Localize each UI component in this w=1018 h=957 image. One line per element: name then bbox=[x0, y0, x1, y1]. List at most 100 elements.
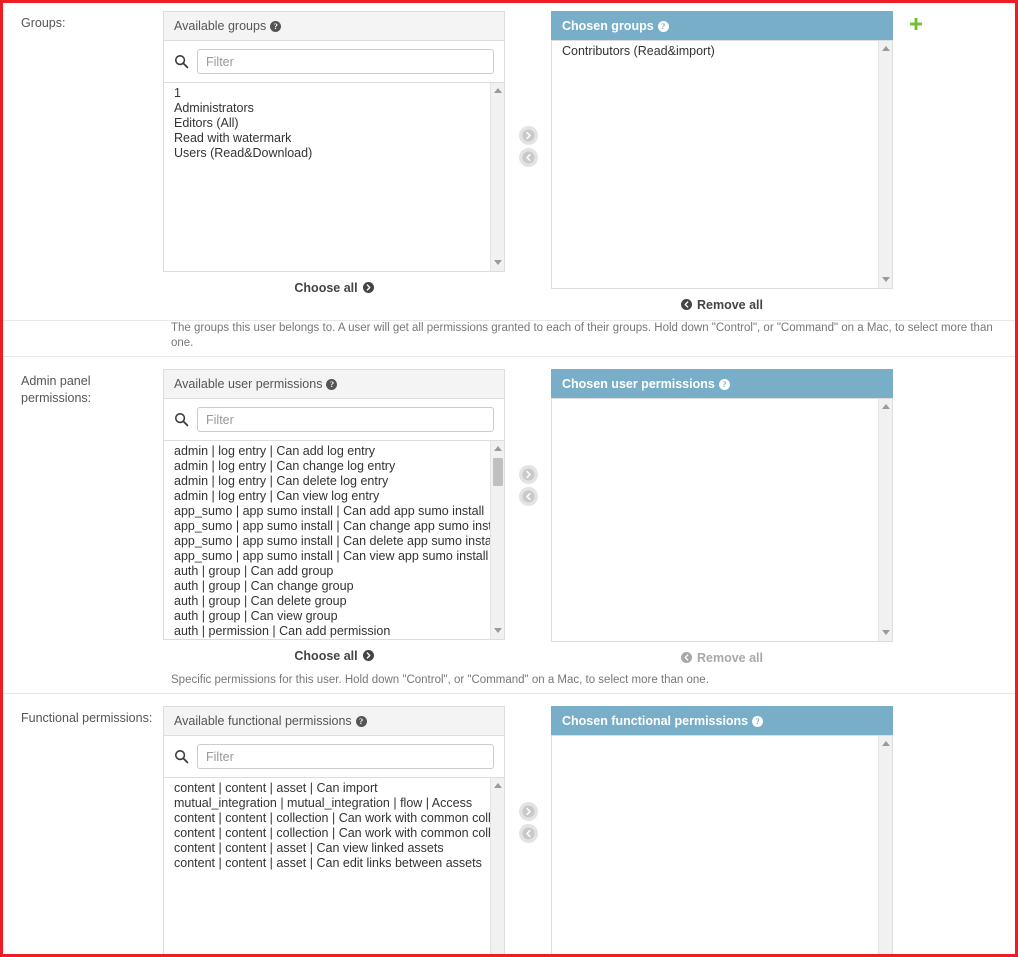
available-functional-permissions-filter-bar bbox=[163, 735, 505, 777]
move-right-button[interactable] bbox=[518, 802, 538, 821]
chosen-user-permissions-listbox[interactable] bbox=[551, 398, 893, 642]
scrollbar[interactable] bbox=[878, 41, 892, 288]
list-item[interactable]: 1 bbox=[174, 86, 490, 101]
available-user-permissions-options[interactable]: admin | log entry | Can add log entry ad… bbox=[164, 444, 490, 639]
section-functional-permissions: Functional permissions: Available functi… bbox=[3, 694, 1015, 954]
scroll-down-icon[interactable] bbox=[491, 624, 504, 638]
chosen-functional-permissions-listbox[interactable] bbox=[551, 735, 893, 954]
choose-all-groups-label[interactable]: Choose all bbox=[294, 281, 357, 295]
available-functional-permissions-listbox[interactable]: content | content | asset | Can import m… bbox=[163, 777, 505, 954]
list-item[interactable]: app_sumo | app sumo install | Can add ap… bbox=[174, 504, 490, 519]
available-functional-permissions-filter-input[interactable] bbox=[197, 744, 494, 769]
list-item[interactable]: auth | group | Can change group bbox=[174, 579, 490, 594]
choose-all-user-permissions-label[interactable]: Choose all bbox=[294, 649, 357, 663]
chosen-groups-options[interactable]: Contributors (Read&import) bbox=[552, 44, 878, 288]
help-icon[interactable]: ? bbox=[355, 716, 367, 727]
list-item[interactable]: auth | group | Can delete group bbox=[174, 594, 490, 609]
choose-all-user-permissions[interactable]: Choose all bbox=[163, 640, 505, 663]
remove-all-groups[interactable]: Remove all bbox=[551, 289, 893, 312]
scroll-up-icon[interactable] bbox=[491, 442, 504, 456]
available-user-permissions-filter-bar bbox=[163, 398, 505, 440]
move-left-button[interactable] bbox=[518, 487, 538, 506]
available-functional-permissions-options[interactable]: content | content | asset | Can import m… bbox=[164, 781, 490, 954]
list-item[interactable]: admin | log entry | Can delete log entry bbox=[174, 474, 490, 489]
plus-icon bbox=[910, 18, 922, 30]
help-icon[interactable]: ? bbox=[270, 21, 282, 32]
arrow-right-icon bbox=[362, 282, 374, 293]
groups-selector-widget: Available groups? 1 Administrators Edito… bbox=[163, 11, 1015, 312]
list-item[interactable]: Read with watermark bbox=[174, 131, 490, 146]
available-user-permissions-listbox[interactable]: admin | log entry | Can add log entry ad… bbox=[163, 440, 505, 640]
chosen-user-permissions-title: Chosen user permissions? bbox=[551, 369, 893, 398]
move-left-button[interactable] bbox=[518, 824, 538, 843]
functional-permissions-selector-widget: Available functional permissions? conten… bbox=[163, 706, 1015, 954]
list-item[interactable]: Editors (All) bbox=[174, 116, 490, 131]
admin-permissions-selector-widget: Available user permissions? admin | log … bbox=[163, 369, 1015, 665]
scrollbar[interactable] bbox=[878, 399, 892, 641]
chosen-groups-listbox[interactable]: Contributors (Read&import) bbox=[551, 40, 893, 289]
scrollbar[interactable] bbox=[878, 736, 892, 954]
chosen-groups-title-label: Chosen groups bbox=[562, 19, 654, 33]
help-icon[interactable]: ? bbox=[752, 716, 764, 727]
scroll-up-icon[interactable] bbox=[879, 737, 892, 751]
available-groups-filter-input[interactable] bbox=[197, 49, 494, 74]
list-item[interactable]: admin | log entry | Can view log entry bbox=[174, 489, 490, 504]
move-right-button[interactable] bbox=[518, 126, 538, 145]
list-item[interactable]: Users (Read&Download) bbox=[174, 146, 490, 161]
add-group-button[interactable] bbox=[909, 17, 923, 31]
scroll-down-icon[interactable] bbox=[879, 626, 892, 640]
remove-all-user-permissions[interactable]: Remove all bbox=[551, 642, 893, 665]
search-icon bbox=[174, 749, 189, 764]
help-icon[interactable]: ? bbox=[326, 379, 338, 390]
arrow-left-icon bbox=[522, 151, 534, 164]
list-item[interactable]: content | content | collection | Can wor… bbox=[174, 826, 490, 841]
scroll-down-icon[interactable] bbox=[491, 256, 504, 270]
list-item[interactable]: app_sumo | app sumo install | Can delete… bbox=[174, 534, 490, 549]
chosen-functional-permissions-options[interactable] bbox=[552, 739, 878, 954]
search-icon bbox=[174, 54, 189, 69]
list-item[interactable]: auth | permission | Can add permission bbox=[174, 624, 490, 639]
move-right-button[interactable] bbox=[518, 465, 538, 484]
help-icon[interactable]: ? bbox=[718, 379, 730, 390]
available-groups-listbox[interactable]: 1 Administrators Editors (All) Read with… bbox=[163, 82, 505, 272]
list-item[interactable]: app_sumo | app sumo install | Can view a… bbox=[174, 549, 490, 564]
list-item[interactable]: admin | log entry | Can add log entry bbox=[174, 444, 490, 459]
chosen-functional-permissions-title-label: Chosen functional permissions bbox=[562, 714, 749, 728]
scrollbar-thumb[interactable] bbox=[493, 458, 503, 486]
available-groups-title: Available groups? bbox=[163, 11, 505, 40]
chosen-user-permissions-options[interactable] bbox=[552, 402, 878, 641]
groups-transfer-buttons bbox=[505, 11, 551, 167]
move-left-button[interactable] bbox=[518, 148, 538, 167]
arrow-right-icon bbox=[522, 129, 534, 142]
scrollbar[interactable] bbox=[490, 83, 504, 271]
available-groups-options[interactable]: 1 Administrators Editors (All) Read with… bbox=[164, 86, 490, 271]
scroll-up-icon[interactable] bbox=[879, 42, 892, 56]
choose-all-groups[interactable]: Choose all bbox=[163, 272, 505, 295]
available-groups-panel: Available groups? 1 Administrators Edito… bbox=[163, 11, 505, 295]
list-item[interactable]: mutual_integration | mutual_integration … bbox=[174, 796, 490, 811]
list-item[interactable]: auth | group | Can view group bbox=[174, 609, 490, 624]
scroll-down-icon[interactable] bbox=[879, 273, 892, 287]
remove-all-user-permissions-label[interactable]: Remove all bbox=[697, 651, 763, 665]
help-icon[interactable]: ? bbox=[657, 21, 669, 32]
scroll-up-icon[interactable] bbox=[879, 400, 892, 414]
scroll-up-icon[interactable] bbox=[491, 779, 504, 793]
list-item[interactable]: content | content | collection | Can wor… bbox=[174, 811, 490, 826]
list-item[interactable]: auth | group | Can add group bbox=[174, 564, 490, 579]
available-user-permissions-filter-input[interactable] bbox=[197, 407, 494, 432]
list-item[interactable]: content | content | asset | Can import bbox=[174, 781, 490, 796]
list-item[interactable]: app_sumo | app sumo install | Can change… bbox=[174, 519, 490, 534]
arrow-left-icon bbox=[522, 490, 534, 503]
list-item[interactable]: Administrators bbox=[174, 101, 490, 116]
list-item[interactable]: Contributors (Read&import) bbox=[562, 44, 878, 59]
list-item[interactable]: admin | log entry | Can change log entry bbox=[174, 459, 490, 474]
remove-all-groups-label[interactable]: Remove all bbox=[697, 298, 763, 312]
list-item[interactable]: content | content | asset | Can edit lin… bbox=[174, 856, 490, 871]
row-label-groups: Groups: bbox=[21, 16, 66, 30]
scrollbar[interactable] bbox=[490, 778, 504, 954]
scroll-up-icon[interactable] bbox=[491, 84, 504, 98]
arrow-right-icon bbox=[522, 468, 534, 481]
list-item[interactable]: content | content | asset | Can view lin… bbox=[174, 841, 490, 856]
arrow-left-icon bbox=[680, 299, 692, 310]
scrollbar[interactable] bbox=[490, 441, 504, 639]
